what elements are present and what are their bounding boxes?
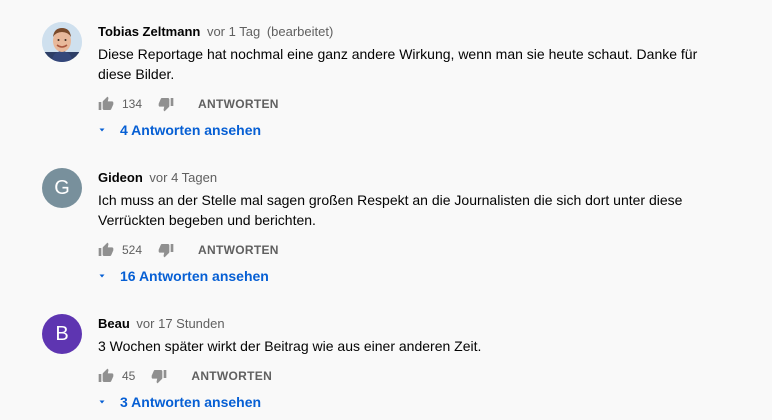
avatar-letter: G [54,176,70,199]
edited-label: (bearbeitet) [266,24,334,39]
chevron-down-icon [99,128,105,132]
view-replies-label: 4 Antworten ansehen [120,122,262,138]
author-name[interactable]: Gideon [98,170,143,185]
reply-button[interactable]: ANTWORTEN [198,243,279,257]
avatar[interactable] [42,22,82,62]
view-replies-label: 16 Antworten ansehen [120,268,269,284]
comment-time[interactable]: vor 1 Tag [207,24,260,39]
chevron-down-icon [99,400,105,404]
view-replies-button[interactable]: 16 Antworten ansehen [96,268,269,284]
like-count: 134 [122,97,143,111]
thumb-up-icon[interactable] [98,96,114,112]
reply-button[interactable]: ANTWORTEN [198,97,279,111]
like-count: 524 [122,243,143,257]
comment-time[interactable]: vor 17 Stunden [136,316,224,331]
thumb-down-icon[interactable] [151,368,167,384]
chevron-down-icon [99,274,105,278]
comment-time[interactable]: vor 4 Tagen [149,170,217,185]
comment-toolbar: 134 ANTWORTEN [98,94,279,114]
reply-button[interactable]: ANTWORTEN [191,369,272,383]
comment-header: Beau vor 17 Stunden [98,316,225,331]
thumb-up-icon[interactable] [98,368,114,384]
avatar[interactable]: B [42,314,82,354]
view-replies-button[interactable]: 4 Antworten ansehen [96,122,261,138]
author-name[interactable]: Beau [98,316,130,331]
thumb-down-icon[interactable] [158,242,174,258]
comment-toolbar: 45 ANTWORTEN [98,366,272,386]
view-replies-label: 3 Antworten ansehen [120,394,262,410]
thumb-up-icon[interactable] [98,242,114,258]
comment-text: Ich muss an der Stelle mal sagen großen … [98,192,683,228]
thumb-down-icon[interactable] [158,96,174,112]
view-replies-button[interactable]: 3 Antworten ansehen [96,394,261,410]
comment-header: Tobias Zeltmann vor 1 Tag (bearbeitet) [98,24,333,39]
avatar[interactable]: G [42,168,82,208]
avatar-photo-icon [42,22,82,62]
comment-text: 3 Wochen später wirkt der Beitrag wie au… [98,338,482,354]
like-count: 45 [122,369,136,383]
comment-text: Diese Reportage hat nochmal eine ganz an… [98,46,698,82]
author-name[interactable]: Tobias Zeltmann [98,24,200,39]
comment-header: Gideon vor 4 Tagen [98,170,217,185]
comment-toolbar: 524 ANTWORTEN [98,240,279,260]
avatar-letter: B [55,322,69,345]
